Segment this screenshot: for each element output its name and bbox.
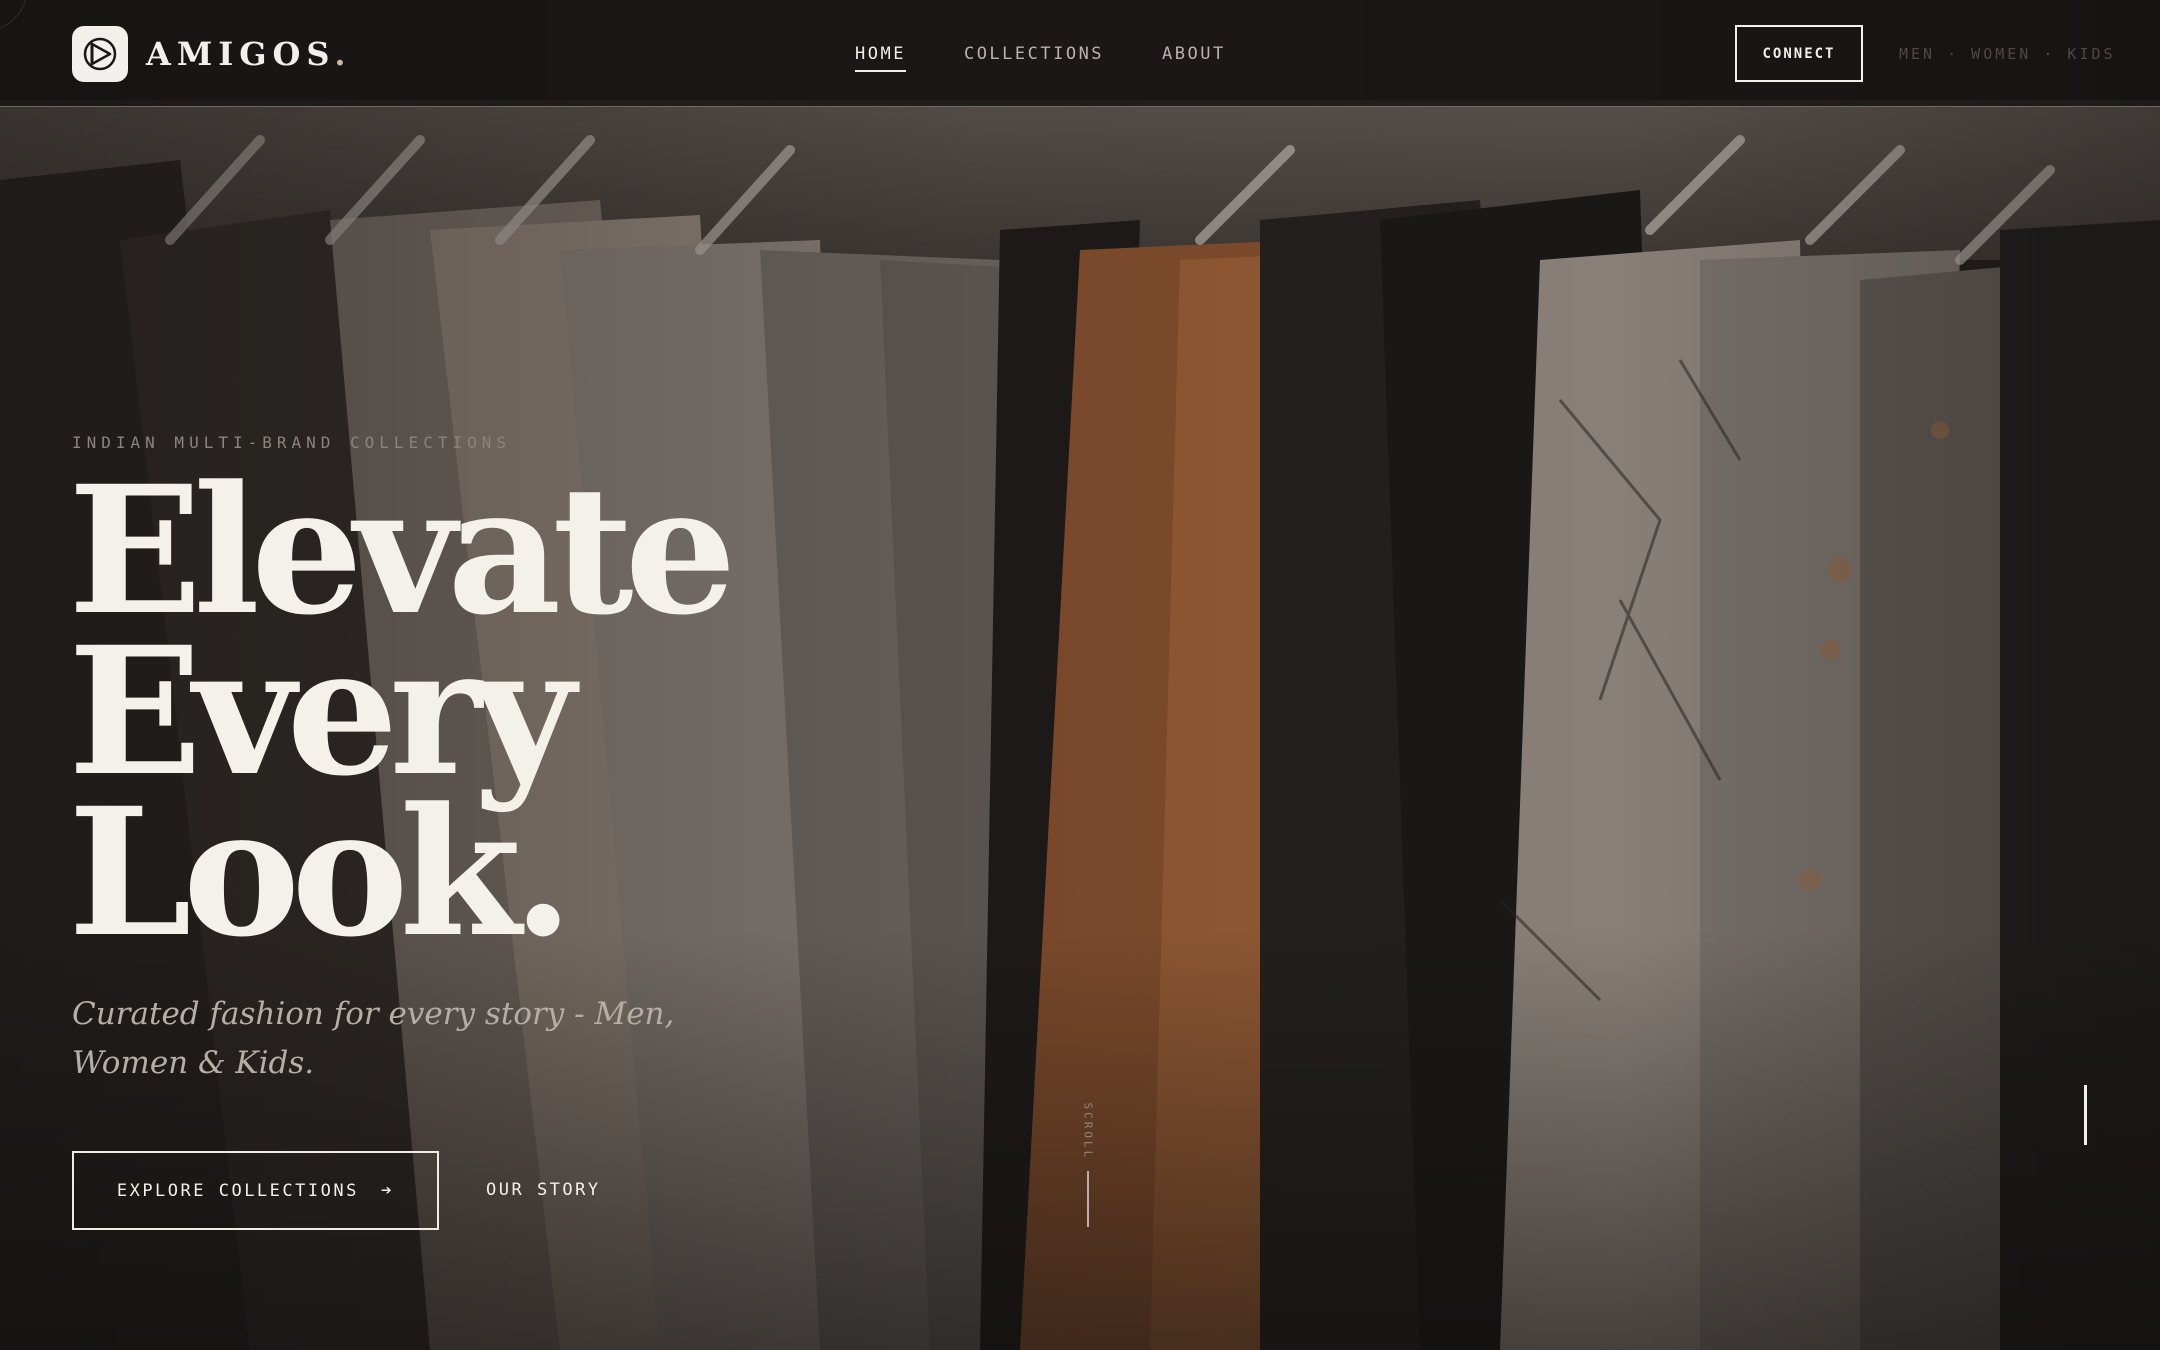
audience-segments: MEN · WOMEN · KIDS [1899, 45, 2116, 63]
hero-subtitle: Curated fashion for every story - Men, W… [72, 996, 675, 1081]
brand-name: AMIGOS. [146, 35, 352, 73]
nav-item-home[interactable]: HOME [855, 44, 906, 72]
headline-line-3: Look. [68, 769, 574, 976]
slide-progress-indicator [2084, 1085, 2087, 1145]
scroll-line [1087, 1171, 1089, 1227]
arrow-right-icon: ➔ [380, 1180, 395, 1201]
scroll-indicator[interactable]: SCROLL [1080, 1096, 1096, 1231]
nav-item-collections[interactable]: COLLECTIONS [964, 44, 1104, 72]
site-header: AMIGOS. HOME COLLECTIONS ABOUT CONNECT M… [0, 0, 2160, 107]
brand-logo-link[interactable]: AMIGOS. [72, 26, 352, 82]
hero-headline: Elevate Every Look. [68, 447, 968, 976]
scroll-label: SCROLL [1081, 1102, 1095, 1161]
play-triangle-logo-icon [72, 26, 128, 82]
explore-collections-button[interactable]: EXPLORE COLLECTIONS ➔ [72, 1151, 439, 1230]
nav-item-about[interactable]: ABOUT [1162, 44, 1226, 72]
headline-line-2: Every [68, 608, 575, 815]
explore-collections-label: EXPLORE COLLECTIONS [116, 1180, 359, 1201]
main-nav: HOME COLLECTIONS ABOUT [855, 44, 1284, 72]
our-story-link[interactable]: OUR STORY [486, 1180, 601, 1200]
headline-line-1: Elevate [68, 447, 737, 654]
connect-button[interactable]: CONNECT [1735, 25, 1863, 82]
